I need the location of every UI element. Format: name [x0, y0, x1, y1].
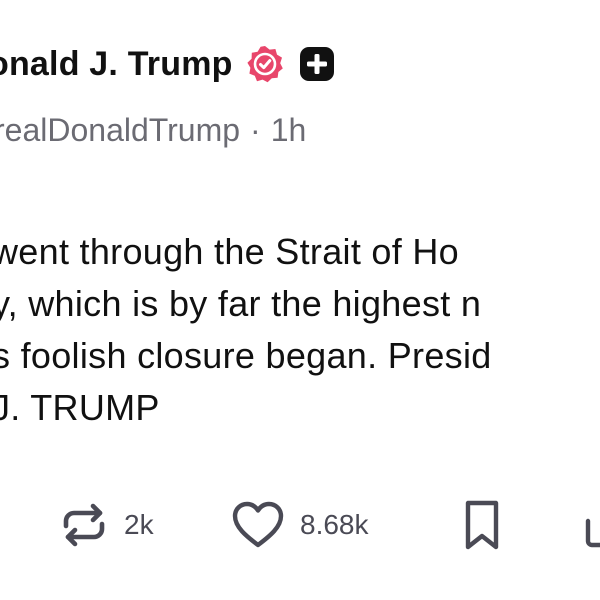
repost-button[interactable]: 2k	[58, 495, 154, 555]
post-body-line: s foolish closure began. Presid	[0, 335, 492, 376]
author-display-name[interactable]: onald J. Trump	[0, 45, 233, 84]
post-body: went through the Strait of Ho y, which i…	[0, 226, 600, 434]
heart-icon	[232, 501, 284, 548]
like-button[interactable]: 8.68k	[230, 495, 369, 555]
meta-separator: ·	[250, 111, 261, 148]
author-handle[interactable]: realDonaldTrump	[0, 112, 240, 149]
bookmark-icon	[465, 500, 499, 550]
verified-badge-icon	[245, 44, 285, 84]
bookmark-button[interactable]	[458, 495, 506, 555]
repost-icon	[63, 503, 105, 547]
plus-badge-icon[interactable]	[299, 46, 335, 82]
share-icon	[585, 518, 600, 548]
post-actions-bar: 2k 8.68k	[0, 495, 600, 555]
like-count: 8.68k	[300, 509, 369, 540]
repost-count: 2k	[124, 509, 154, 540]
author-row: onald J. Trump	[0, 40, 335, 88]
share-button[interactable]	[582, 495, 600, 555]
post-body-line: went through the Strait of Ho	[0, 231, 459, 272]
post-body-line: J. TRUMP	[0, 387, 160, 428]
post-card: onald J. Trump realDonaldTrump · 1h went…	[0, 0, 600, 600]
author-meta-row: realDonaldTrump · 1h	[0, 108, 306, 152]
post-time[interactable]: 1h	[271, 112, 307, 149]
post-body-line: y, which is by far the highest n	[0, 283, 482, 324]
